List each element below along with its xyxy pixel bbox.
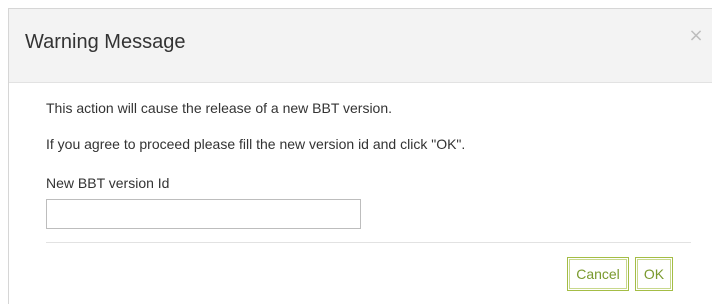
dialog-title: Warning Message <box>25 31 186 53</box>
message-line-1: This action will cause the release of a … <box>46 100 393 116</box>
warning-dialog: Warning Message × This action will cause… <box>8 8 712 304</box>
version-id-label: New BBT version Id <box>46 175 170 191</box>
footer-divider <box>46 242 691 243</box>
message-line-2: If you agree to proceed please fill the … <box>46 136 466 152</box>
cancel-button[interactable]: Cancel <box>567 257 629 291</box>
version-id-input[interactable] <box>46 199 361 229</box>
ok-button[interactable]: OK <box>635 257 673 291</box>
close-icon: × <box>688 25 704 46</box>
dialog-header: Warning Message × <box>9 9 712 83</box>
close-button[interactable]: × <box>688 27 704 45</box>
